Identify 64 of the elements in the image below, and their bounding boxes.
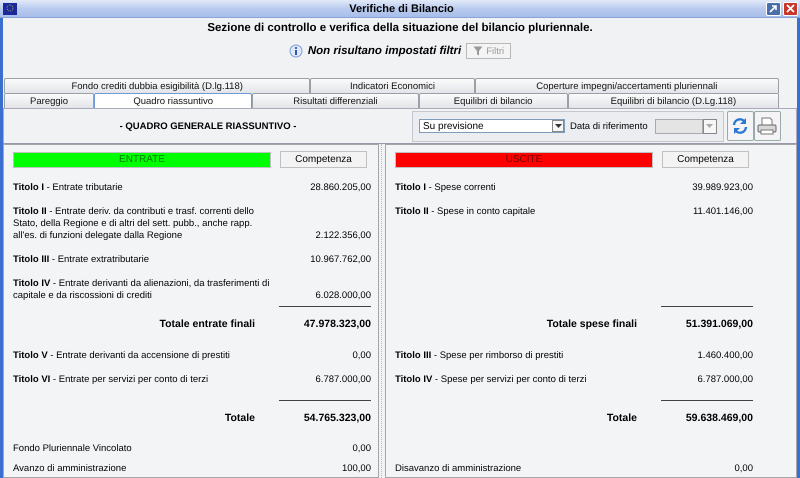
amount: 10.967.762,00 (309, 254, 371, 266)
close-icon (786, 4, 795, 13)
item-label: Titolo II - Spese in conto capitale (395, 206, 536, 218)
item-label: Titolo III - Entrate extratributarie (13, 254, 150, 266)
total-label: Totale spese finali (546, 318, 638, 330)
item-label: Titolo IV - Entrate derivanti da alienazioni, da trasferimenti di capitale e da riscossioni di crediti (13, 278, 270, 302)
app-icon (3, 2, 17, 14)
tab[interactable]: Equilibri di bilancio (D.Lg.118) (568, 93, 779, 108)
amount: 11.401.146,00 (692, 206, 753, 218)
amount: 28.860.205,00 (309, 182, 371, 194)
total-label: Totale (606, 412, 638, 424)
refresh-button[interactable] (726, 111, 754, 141)
item-label: Titolo III - Spese per rimborso di prestiti (395, 350, 564, 362)
amount: 6.787.000,00 (696, 374, 753, 386)
restore-button[interactable] (766, 2, 781, 16)
item-label: Titolo I - Spese correnti (395, 182, 497, 194)
window-title: Verifiche di Bilancio (348, 2, 455, 14)
caret-icon (554, 124, 562, 128)
item-label: Disavanzo di amministrazione (395, 463, 522, 475)
total-amount: 51.391.069,00 (684, 318, 753, 330)
section-title: - QUADRO GENERALE RIASSUNTIVO - (118, 120, 298, 132)
item-label: Fondo Pluriennale Vincolato (13, 443, 133, 455)
amount: 100,00 (340, 463, 371, 475)
amount: 0,00 (734, 463, 753, 475)
printer-button[interactable] (754, 111, 781, 141)
total-label: Totale (224, 412, 256, 424)
close-button[interactable] (783, 2, 798, 16)
total-amount: 47.978.323,00 (302, 318, 371, 330)
item-label: Titolo I - Entrate tributarie (13, 182, 124, 194)
filter-notice: Non risultano impostati filtri (308, 45, 462, 57)
item-label: Avanzo di amministrazione (13, 463, 128, 475)
section-heading: Sezione di controllo e verifica della situazione del bilancio pluriennale. (207, 22, 593, 36)
amount: 1.460.400,00 (696, 350, 753, 362)
amount: 2.122.356,00 (314, 230, 371, 242)
total-label: Totale entrate finali (158, 318, 256, 330)
tab[interactable]: Indicatori Economici (310, 78, 475, 93)
funnel-icon (473, 46, 484, 56)
caret-icon (706, 124, 714, 128)
item-label: Titolo II - Entrate deriv. da contributi e trasf. correnti dello Stato, della Regione e di altri del sett. pubb., anche rapp. all'es. di funzioni delegate dalla Regione (13, 206, 255, 242)
total-amount: 59.638.469,00 (684, 412, 753, 424)
section-header: ENTRATE (13, 152, 271, 168)
amount: 39.989.923,00 (691, 182, 753, 194)
amount: 6.028.000,00 (314, 290, 371, 302)
column-button[interactable]: Competenza (280, 151, 367, 168)
item-label: Titolo IV - Spese per servizi per conto di terzi (395, 374, 588, 386)
tab[interactable]: Pareggio (4, 93, 94, 108)
column-button[interactable]: Competenza (662, 151, 749, 168)
tab[interactable]: Equilibri di bilancio (418, 93, 568, 108)
tab[interactable]: Risultati differenziali (252, 93, 419, 108)
total-amount: 54.765.323,00 (302, 412, 371, 424)
mode-dropdown[interactable]: Su previsione (419, 119, 565, 133)
amount: 0,00 (352, 443, 371, 455)
tab[interactable]: Fondo crediti dubbia esigibilità (D.lg.118) (4, 78, 310, 93)
date-label: Data di riferimento (570, 120, 648, 132)
amount: 0,00 (352, 350, 371, 362)
section-header: USCITE (395, 152, 653, 168)
tab[interactable]: Coperture impegni/accertamenti pluriennali (474, 78, 779, 93)
item-label: Titolo V - Entrate derivanti da accensione di prestiti (13, 350, 231, 362)
item-label: Titolo VI - Entrate per servizi per conto di terzi (13, 374, 210, 386)
info-icon (288, 44, 303, 58)
arrow-icon (769, 4, 778, 13)
tab[interactable]: Quadro riassuntivo (94, 93, 252, 108)
printer-icon (756, 116, 778, 136)
amount: 6.787.000,00 (314, 374, 371, 386)
